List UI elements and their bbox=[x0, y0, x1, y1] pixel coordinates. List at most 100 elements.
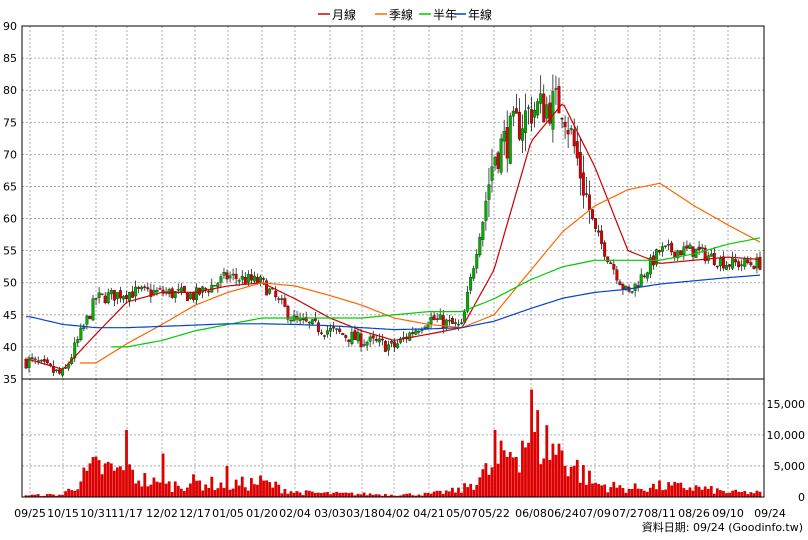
volume-bar bbox=[642, 490, 646, 497]
candle-down bbox=[432, 315, 436, 320]
candle-down bbox=[338, 328, 342, 332]
candle-down bbox=[316, 322, 320, 333]
candle-up bbox=[356, 332, 360, 342]
x-tick-label: 08/26 bbox=[678, 507, 710, 520]
x-tick-label: 04/02 bbox=[378, 507, 410, 520]
candle-down bbox=[542, 93, 546, 123]
source-note: 資料日期: 09/24 (Goodinfo.tw) bbox=[642, 520, 803, 534]
volume-bar bbox=[280, 493, 284, 497]
candlestick-series bbox=[24, 74, 762, 378]
volume-bar bbox=[542, 458, 546, 497]
volume-bar bbox=[106, 461, 110, 497]
candle-down bbox=[603, 242, 607, 257]
volume-bar bbox=[655, 489, 658, 497]
candle-up bbox=[335, 328, 339, 330]
candle-down bbox=[517, 111, 521, 140]
volume-bar bbox=[228, 489, 232, 497]
volume-bar bbox=[752, 493, 756, 497]
volume-bar bbox=[222, 487, 226, 497]
x-tick-label: 06/08 bbox=[515, 507, 547, 520]
candle-down bbox=[112, 290, 116, 301]
candle-up bbox=[189, 293, 192, 300]
price-panel-frame bbox=[21, 25, 765, 380]
candle-down bbox=[192, 292, 195, 300]
moving-average-lines bbox=[26, 103, 761, 370]
volume-bar bbox=[338, 492, 342, 497]
x-tick-label: 12/17 bbox=[179, 507, 211, 520]
candle-up bbox=[396, 343, 400, 348]
volume-bar bbox=[186, 487, 189, 497]
candle-down bbox=[712, 253, 716, 265]
volume-bar bbox=[627, 488, 631, 497]
legend-label-monthly: 月線 bbox=[332, 7, 356, 22]
volume-bar bbox=[636, 488, 640, 497]
candle-up bbox=[79, 327, 83, 340]
volume-bar bbox=[213, 490, 217, 497]
candle-down bbox=[249, 274, 253, 281]
candle-down bbox=[234, 273, 238, 279]
candle-down bbox=[146, 287, 150, 290]
candle-up bbox=[536, 101, 540, 116]
volume-bar bbox=[262, 480, 265, 497]
volume-y-tick-label: 15,000 bbox=[767, 398, 806, 411]
candle-down bbox=[575, 141, 579, 159]
x-tick-label: 09/25 bbox=[14, 507, 46, 520]
volume-bar bbox=[198, 480, 202, 497]
candle-up bbox=[134, 286, 138, 297]
candle-down bbox=[137, 287, 141, 289]
candle-up bbox=[499, 138, 503, 173]
volume-bar bbox=[594, 482, 597, 497]
x-tick-label: 10/15 bbox=[47, 507, 79, 520]
volume-bar bbox=[588, 470, 591, 497]
volume-bar bbox=[216, 488, 220, 497]
candle-up bbox=[39, 359, 43, 362]
candle-up bbox=[365, 341, 369, 346]
volume-y-tick-labels: 0 5,000 10,000 15,000 bbox=[767, 398, 806, 504]
candle-down bbox=[578, 152, 582, 179]
candle-up bbox=[128, 292, 132, 301]
volume-bar bbox=[240, 476, 244, 497]
candle-up bbox=[478, 236, 482, 256]
candle-down bbox=[383, 341, 387, 352]
candle-up bbox=[219, 276, 223, 283]
candle-down bbox=[752, 266, 756, 270]
x-axis-tick-labels: 09/25 10/15 10/31 11/17 12/02 12/17 01/05 01/20… bbox=[14, 507, 786, 520]
volume-bar bbox=[454, 492, 457, 497]
volume-bar bbox=[344, 492, 348, 497]
candle-down bbox=[658, 250, 661, 253]
candle-down bbox=[560, 117, 564, 120]
volume-bar bbox=[530, 389, 533, 497]
x-tick-label: 05/22 bbox=[478, 507, 510, 520]
candle-down bbox=[88, 316, 92, 319]
volume-bar bbox=[621, 488, 625, 497]
volume-bar bbox=[341, 492, 345, 497]
candle-down bbox=[749, 262, 753, 266]
volume-bar bbox=[94, 456, 98, 497]
volume-bar bbox=[670, 485, 674, 497]
candle-up bbox=[725, 265, 728, 270]
volume-bar bbox=[493, 429, 497, 497]
candle-up bbox=[195, 287, 199, 301]
volume-bar bbox=[539, 464, 543, 497]
volume-bar bbox=[731, 490, 734, 497]
candle-up bbox=[350, 332, 354, 344]
volume-bar bbox=[715, 488, 719, 497]
volume-bar bbox=[109, 463, 113, 497]
volume-bar bbox=[201, 490, 205, 497]
volume-bar bbox=[335, 491, 339, 497]
volume-bar bbox=[569, 466, 573, 497]
volume-bar bbox=[734, 489, 738, 497]
volume-bar bbox=[508, 451, 512, 497]
candle-up bbox=[91, 298, 95, 321]
volume-bar bbox=[164, 483, 168, 497]
volume-bar bbox=[131, 469, 134, 497]
volume-bar bbox=[207, 487, 211, 497]
candle-up bbox=[420, 329, 424, 331]
volume-bar bbox=[487, 474, 491, 497]
legend-label-quarterly: 季線 bbox=[389, 7, 413, 22]
volume-bar bbox=[408, 493, 412, 497]
candle-down bbox=[24, 359, 28, 369]
candle-up bbox=[268, 288, 272, 294]
candle-down bbox=[496, 152, 500, 169]
candle-up bbox=[423, 326, 427, 329]
